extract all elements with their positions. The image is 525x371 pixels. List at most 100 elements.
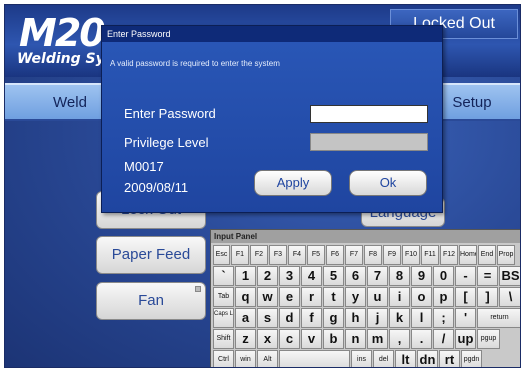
key-f5[interactable]: F5 bbox=[307, 245, 325, 265]
key-s[interactable]: s bbox=[257, 308, 278, 328]
key-j[interactable]: j bbox=[367, 308, 388, 328]
key-rt[interactable]: rt bbox=[439, 350, 460, 367]
key-c[interactable]: c bbox=[279, 329, 300, 349]
key-capslock[interactable]: Caps Lock bbox=[213, 308, 234, 328]
key-sym10[interactable]: ` bbox=[213, 266, 234, 286]
key-end[interactable]: End bbox=[478, 245, 496, 265]
key-7[interactable]: 7 bbox=[367, 266, 388, 286]
key-ctrl[interactable]: Ctrl bbox=[213, 350, 234, 367]
key-f3[interactable]: F3 bbox=[269, 245, 287, 265]
key-f12[interactable]: F12 bbox=[440, 245, 458, 265]
key-r[interactable]: r bbox=[301, 287, 322, 307]
key-pgdn[interactable]: pgdn bbox=[461, 350, 482, 367]
key-win[interactable]: win bbox=[235, 350, 256, 367]
key-6[interactable]: 6 bbox=[345, 266, 366, 286]
app-screen: M20 Welding Sy Locked Out Weld Setup Loc… bbox=[4, 4, 521, 368]
key-sym310[interactable]: ; bbox=[433, 308, 454, 328]
key-f8[interactable]: F8 bbox=[364, 245, 382, 265]
password-label: Enter Password bbox=[124, 106, 216, 121]
key-3[interactable]: 3 bbox=[279, 266, 300, 286]
key-n[interactable]: n bbox=[345, 329, 366, 349]
key-sym410[interactable]: / bbox=[433, 329, 454, 349]
key-tab[interactable]: Tab bbox=[213, 287, 234, 307]
key-8[interactable]: 8 bbox=[389, 266, 410, 286]
key-f[interactable]: f bbox=[301, 308, 322, 328]
key-e[interactable]: e bbox=[279, 287, 300, 307]
key-5[interactable]: 5 bbox=[323, 266, 344, 286]
key-sym213[interactable]: \ bbox=[499, 287, 520, 307]
password-input[interactable] bbox=[310, 105, 428, 123]
key-4[interactable]: 4 bbox=[301, 266, 322, 286]
key-alt[interactable]: Alt bbox=[257, 350, 278, 367]
key-1[interactable]: 1 bbox=[235, 266, 256, 286]
key-home[interactable]: Home bbox=[459, 245, 477, 265]
input-panel: Input Panel Esc F1 F2 F3 F4 F5 F6 F7 F8 F9 F10 F11 F… bbox=[210, 229, 520, 367]
key-dn[interactable]: dn bbox=[417, 350, 438, 367]
key-k[interactable]: k bbox=[389, 308, 410, 328]
dialog-title: Enter Password bbox=[102, 26, 442, 42]
key-sym49[interactable]: . bbox=[411, 329, 432, 349]
key-d[interactable]: d bbox=[279, 308, 300, 328]
key-up[interactable]: up bbox=[455, 329, 476, 349]
key-m[interactable]: m bbox=[367, 329, 388, 349]
key-h[interactable]: h bbox=[345, 308, 366, 328]
system-date: 2009/08/11 bbox=[124, 180, 189, 195]
key-shift[interactable]: Shift bbox=[213, 329, 234, 349]
key-g[interactable]: g bbox=[323, 308, 344, 328]
key-q[interactable]: q bbox=[235, 287, 256, 307]
ok-button[interactable]: Ok bbox=[349, 170, 427, 196]
key-9[interactable]: 9 bbox=[411, 266, 432, 286]
key-f11[interactable]: F11 bbox=[421, 245, 439, 265]
key-0[interactable]: 0 bbox=[433, 266, 454, 286]
key-2[interactable]: 2 bbox=[257, 266, 278, 286]
key-sym311[interactable]: ' bbox=[455, 308, 476, 328]
key-lt[interactable]: lt bbox=[395, 350, 416, 367]
key-bs[interactable]: BS bbox=[499, 266, 520, 286]
logo-subtitle: Welding Sy bbox=[17, 51, 105, 67]
key-x[interactable]: x bbox=[257, 329, 278, 349]
key-y[interactable]: y bbox=[345, 287, 366, 307]
key-esc[interactable]: Esc bbox=[213, 245, 230, 265]
key-space[interactable] bbox=[279, 350, 350, 367]
key-sym111[interactable]: - bbox=[455, 266, 476, 286]
key-z[interactable]: z bbox=[235, 329, 256, 349]
key-sym48[interactable]: , bbox=[389, 329, 410, 349]
key-l[interactable]: l bbox=[411, 308, 432, 328]
key-f6[interactable]: F6 bbox=[326, 245, 344, 265]
key-f7[interactable]: F7 bbox=[345, 245, 363, 265]
key-b[interactable]: b bbox=[323, 329, 344, 349]
key-v[interactable]: v bbox=[301, 329, 322, 349]
key-del[interactable]: del bbox=[373, 350, 394, 367]
key-return[interactable]: return bbox=[477, 308, 520, 328]
key-f10[interactable]: F10 bbox=[402, 245, 420, 265]
key-sym212[interactable]: ] bbox=[477, 287, 498, 307]
system-code: M0017 bbox=[124, 159, 164, 174]
key-pgup[interactable]: pgup bbox=[477, 329, 500, 349]
key-ins[interactable]: ins bbox=[351, 350, 372, 367]
key-w[interactable]: w bbox=[257, 287, 278, 307]
privilege-label: Privilege Level bbox=[124, 135, 209, 150]
fan-button-label: Fan bbox=[138, 292, 164, 309]
key-u[interactable]: u bbox=[367, 287, 388, 307]
key-f1[interactable]: F1 bbox=[231, 245, 249, 265]
input-panel-title: Input Panel bbox=[211, 230, 520, 243]
fan-button[interactable]: Fan bbox=[96, 282, 206, 320]
key-a[interactable]: a bbox=[235, 308, 256, 328]
key-sym211[interactable]: [ bbox=[455, 287, 476, 307]
key-f4[interactable]: F4 bbox=[288, 245, 306, 265]
key-f2[interactable]: F2 bbox=[250, 245, 268, 265]
fan-indicator-icon bbox=[195, 286, 201, 292]
key-f9[interactable]: F9 bbox=[383, 245, 401, 265]
password-dialog: Enter Password A valid password is requi… bbox=[101, 25, 443, 213]
key-sym112[interactable]: = bbox=[477, 266, 498, 286]
key-o[interactable]: o bbox=[411, 287, 432, 307]
key-p[interactable]: p bbox=[433, 287, 454, 307]
key-i[interactable]: i bbox=[389, 287, 410, 307]
apply-button[interactable]: Apply bbox=[254, 170, 332, 196]
key-t[interactable]: t bbox=[323, 287, 344, 307]
paper-feed-button[interactable]: Paper Feed bbox=[96, 236, 206, 274]
privilege-level-field bbox=[310, 133, 428, 151]
key-prop[interactable]: Prop bbox=[497, 245, 515, 265]
logo-main: M20 bbox=[19, 11, 106, 55]
dialog-message: A valid password is required to enter th… bbox=[110, 59, 280, 68]
